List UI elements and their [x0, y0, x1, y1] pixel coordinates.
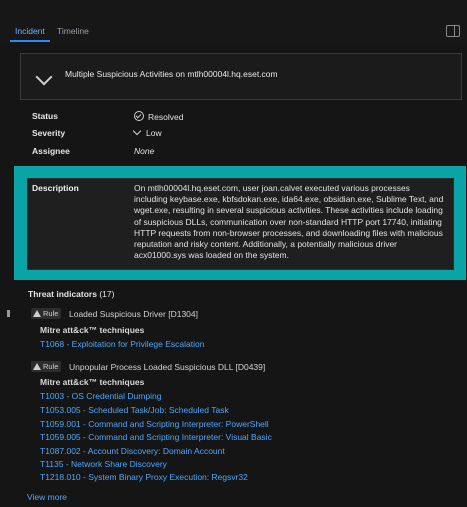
- technique-link[interactable]: T1053.005 - Scheduled Task/Job: Schedule…: [40, 405, 229, 415]
- assignee-value[interactable]: None: [134, 146, 154, 156]
- view-more-link[interactable]: View more: [27, 492, 67, 502]
- technique-link[interactable]: T1135 - Network Share Discovery: [40, 459, 167, 469]
- panel-toggle-icon[interactable]: [446, 25, 460, 37]
- chevron-down-icon[interactable]: [38, 71, 50, 83]
- technique-link[interactable]: T1059.005 - Command and Scripting Interp…: [40, 432, 272, 442]
- mitre-label: Mitre att&ck™ techniques: [40, 377, 145, 387]
- status-text: Resolved: [148, 112, 184, 122]
- technique-link[interactable]: T1059.001 - Command and Scripting Interp…: [40, 419, 269, 429]
- severity-value[interactable]: Low: [132, 126, 162, 138]
- description-highlight: Description On mtlh00004l.hq.eset.com, u…: [14, 166, 466, 280]
- incident-header-card: Multiple Suspicious Activities on mtlh00…: [20, 53, 462, 100]
- chevron-down-icon: [132, 126, 142, 136]
- warning-icon: [33, 363, 41, 370]
- assignee-label: Assignee: [32, 146, 70, 156]
- status-label: Status: [32, 111, 58, 121]
- active-tab-indicator: [10, 40, 50, 42]
- tab-bar: Incident Timeline: [0, 0, 467, 44]
- severity-label: Severity: [32, 128, 66, 138]
- technique-link[interactable]: T1068 - Exploitation for Privilege Escal…: [40, 339, 204, 349]
- severity-text: Low: [146, 128, 162, 138]
- warning-icon: [33, 310, 41, 317]
- incident-title: Multiple Suspicious Activities on mtlh00…: [65, 69, 278, 79]
- rule-badge-label: Rule: [43, 362, 59, 371]
- status-value: Resolved: [134, 111, 183, 122]
- description-text: On mtlh00004l.hq.eset.com, user joan.cal…: [134, 183, 444, 261]
- rule-badge-label: Rule: [43, 309, 59, 318]
- check-circle-icon: [134, 111, 144, 121]
- scroll-handle[interactable]: [7, 310, 10, 317]
- tab-timeline[interactable]: Timeline: [57, 26, 89, 36]
- description-label: Description: [32, 183, 79, 193]
- mitre-label: Mitre att&ck™ techniques: [40, 325, 145, 335]
- tab-incident[interactable]: Incident: [15, 26, 45, 36]
- threat-indicators-count: (17): [99, 289, 115, 299]
- rule-title[interactable]: Loaded Suspicious Driver [D1304]: [69, 309, 198, 319]
- rule-badge: Rule: [31, 308, 62, 319]
- description-box: Description On mtlh00004l.hq.eset.com, u…: [27, 178, 454, 270]
- threat-indicators-heading: Threat indicators (17): [28, 289, 114, 299]
- threat-indicators-label: Threat indicators: [28, 289, 97, 299]
- rule-badge: Rule: [31, 361, 62, 372]
- technique-link[interactable]: T1218.010 - System Binary Proxy Executio…: [40, 472, 248, 482]
- technique-link[interactable]: T1087.002 - Account Discovery: Domain Ac…: [40, 446, 225, 456]
- technique-link[interactable]: T1003 - OS Credential Dumping: [40, 391, 161, 401]
- rule-title[interactable]: Unpopular Process Loaded Suspicious DLL …: [69, 362, 265, 372]
